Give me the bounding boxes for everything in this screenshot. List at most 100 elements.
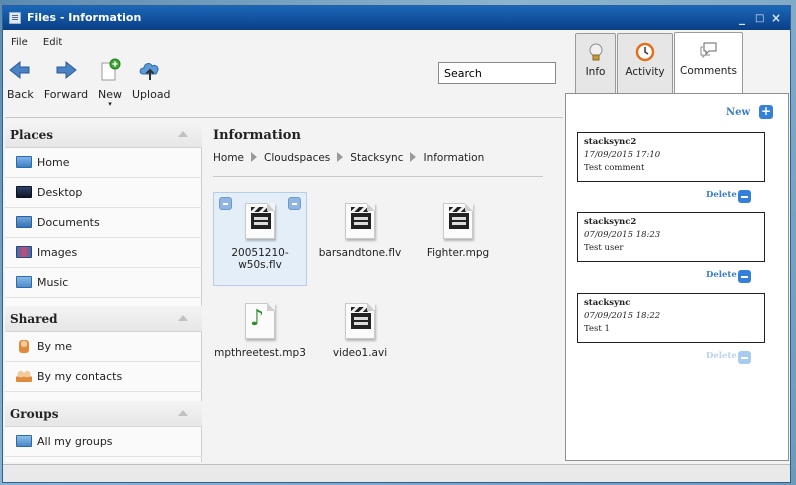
breadcrumb-home[interactable]: Home xyxy=(213,152,244,164)
tab-comments[interactable]: Comments xyxy=(674,32,743,93)
back-button[interactable]: Back xyxy=(7,58,34,101)
sidebar-item-documents[interactable]: Documents xyxy=(5,208,202,238)
comment-author: stacksync xyxy=(584,298,631,308)
shared-title: Shared xyxy=(10,312,58,326)
tab-activity-label: Activity xyxy=(625,66,665,78)
home-icon xyxy=(16,156,32,168)
tab-info-label: Info xyxy=(585,66,606,78)
window-title: Files - Information xyxy=(27,11,142,24)
new-button[interactable]: New ▾ xyxy=(97,58,123,108)
file-name: video1.avi xyxy=(332,347,388,359)
user-icon xyxy=(19,340,29,353)
clock-icon xyxy=(635,42,655,62)
upload-label: Upload xyxy=(132,88,171,101)
clapperboard-icon xyxy=(449,207,469,229)
groups-title: Groups xyxy=(10,407,59,421)
new-comment-link[interactable]: New xyxy=(726,107,750,118)
delete-comment-link[interactable]: Delete xyxy=(706,270,737,280)
tab-activity[interactable]: Activity xyxy=(617,33,673,94)
file-name: mpthreetest.mp3 xyxy=(214,347,306,359)
back-label: Back xyxy=(7,88,34,101)
sidebar-item-label: Music xyxy=(37,276,69,289)
file-item[interactable]: video1.avi xyxy=(313,293,407,373)
breadcrumb-stacksync[interactable]: Stacksync xyxy=(350,152,403,164)
file-name-line2: w50s.flv xyxy=(238,259,282,271)
forward-button[interactable]: Forward xyxy=(43,58,89,101)
menu-edit[interactable]: Edit xyxy=(43,37,62,48)
forward-arrow-icon xyxy=(56,60,77,80)
music-note-icon: ♪ xyxy=(250,306,265,331)
folder-title: Information xyxy=(213,128,301,143)
file-item[interactable]: barsandtone.flv xyxy=(313,193,407,273)
delete-comment-icon[interactable] xyxy=(738,190,751,203)
title-bar[interactable]: Files - Information _ □ × xyxy=(3,6,790,30)
menu-file[interactable]: File xyxy=(11,37,28,48)
collapse-places-icon[interactable] xyxy=(178,131,188,137)
add-comment-icon[interactable]: + xyxy=(759,105,773,119)
sidebar-item-label: Documents xyxy=(37,216,100,229)
sidebar-item-label: Desktop xyxy=(37,186,83,199)
video-file-icon xyxy=(245,203,275,239)
places-title: Places xyxy=(10,128,54,142)
tab-info[interactable]: Info xyxy=(575,33,616,94)
clapperboard-icon xyxy=(251,207,271,229)
clapperboard-icon xyxy=(351,207,371,229)
sidebar-item-by-me[interactable]: By me xyxy=(5,332,202,362)
minimize-button[interactable]: _ xyxy=(739,11,745,25)
delete-comment-icon-disabled xyxy=(738,351,751,364)
video-file-icon xyxy=(345,203,375,239)
places-header[interactable]: Places xyxy=(5,122,202,148)
tab-comments-label: Comments xyxy=(680,65,737,77)
sidebar-item-by-my-contacts[interactable]: By my contacts xyxy=(5,362,202,392)
sidebar-item-images[interactable]: Images xyxy=(5,238,202,268)
new-dropdown-icon[interactable]: ▾ xyxy=(97,101,123,108)
video-file-icon xyxy=(443,203,473,239)
documents-icon xyxy=(16,216,32,228)
file-item[interactable]: ♪ mpthreetest.mp3 xyxy=(213,293,307,373)
file-name: barsandtone.flv xyxy=(318,247,402,259)
sidebar-item-desktop[interactable]: Desktop xyxy=(5,178,202,208)
breadcrumb-information[interactable]: Information xyxy=(423,152,484,164)
comment-card: stacksync2 07/09/2015 18:23 Test user xyxy=(577,212,765,262)
comment-text: Test 1 xyxy=(584,324,610,334)
sidebar-item-label: Home xyxy=(37,156,70,169)
deselect-icon[interactable] xyxy=(219,197,232,210)
breadcrumb-cloudspaces[interactable]: Cloudspaces xyxy=(264,152,330,164)
comment-author: stacksync2 xyxy=(584,137,637,147)
sidebar-item-all-my-groups[interactable]: All my groups xyxy=(5,427,202,457)
file-item[interactable]: Fighter.mpg xyxy=(411,193,505,273)
search-input[interactable] xyxy=(438,62,556,84)
comment-date: 07/09/2015 18:23 xyxy=(584,230,661,240)
sidebar-item-music[interactable]: Music xyxy=(5,268,202,298)
collapse-shared-icon[interactable] xyxy=(178,315,188,321)
comment-text: Test comment xyxy=(584,163,645,173)
lightbulb-icon xyxy=(589,43,602,61)
breadcrumb-separator-icon xyxy=(337,152,344,162)
deselect-icon[interactable] xyxy=(288,197,301,210)
delete-comment-link[interactable]: Delete xyxy=(706,190,737,200)
toolbar-divider xyxy=(5,117,563,118)
audio-file-icon: ♪ xyxy=(245,303,275,339)
music-icon xyxy=(16,276,32,288)
delete-comment-icon[interactable] xyxy=(738,270,751,283)
sidebar-item-label: Images xyxy=(37,246,78,259)
groups-header[interactable]: Groups xyxy=(5,401,202,427)
maximize-button[interactable]: □ xyxy=(755,13,764,24)
comment-card: stacksync2 17/09/2015 17:10 Test comment xyxy=(577,132,765,182)
clapperboard-icon xyxy=(351,307,371,329)
upload-button[interactable]: Upload xyxy=(132,58,171,101)
file-name-line1: 20051210- xyxy=(231,247,289,259)
status-bar xyxy=(3,464,790,482)
sidebar-item-home[interactable]: Home xyxy=(5,148,202,178)
sidebar-item-label: By me xyxy=(37,340,73,353)
file-item[interactable]: 20051210- w50s.flv xyxy=(213,192,307,286)
close-button[interactable]: × xyxy=(771,11,781,25)
images-icon xyxy=(16,246,32,258)
comment-author: stacksync2 xyxy=(584,217,637,227)
file-name: Fighter.mpg xyxy=(426,247,490,259)
collapse-groups-icon[interactable] xyxy=(178,410,188,416)
shared-header[interactable]: Shared xyxy=(5,306,202,332)
files-window: Files - Information _ □ × File Edit Back… xyxy=(2,5,791,483)
breadcrumb-separator-icon xyxy=(251,152,258,162)
breadcrumb: Home Cloudspaces Stacksync Information xyxy=(213,152,484,164)
